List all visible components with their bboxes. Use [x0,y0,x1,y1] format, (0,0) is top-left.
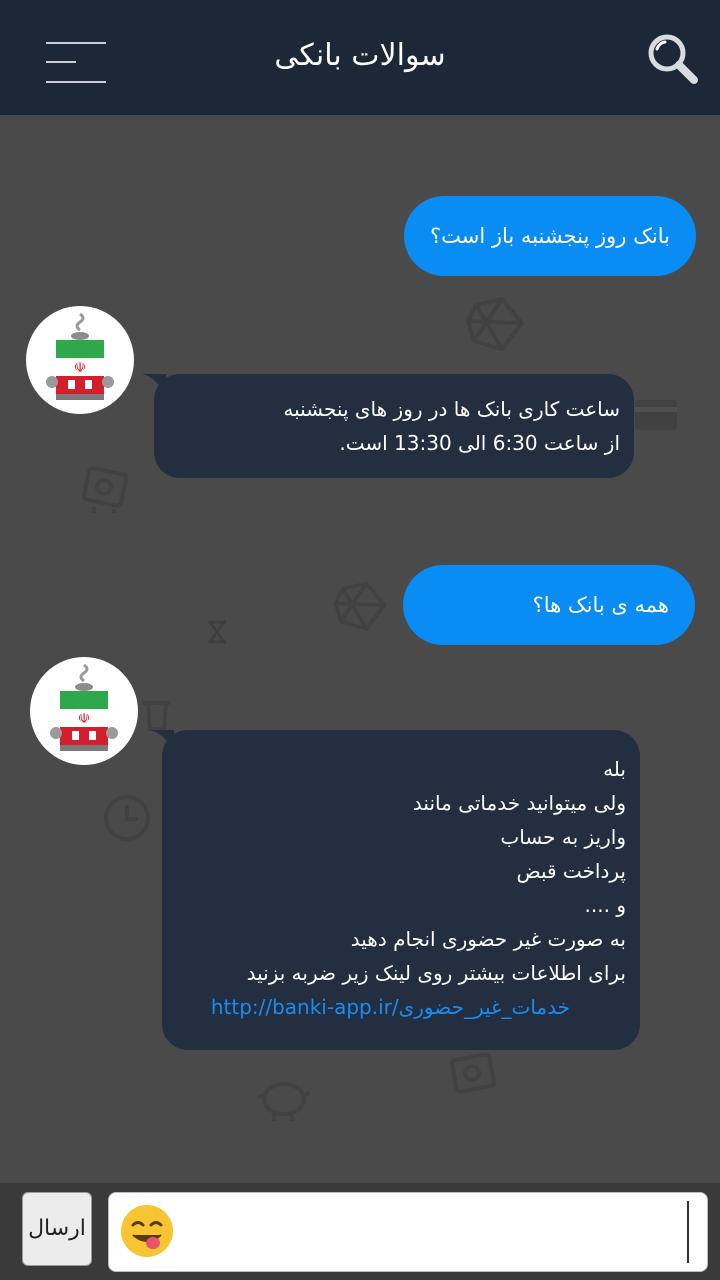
wallet-icon [81,466,129,513]
chat-area[interactable]: بانک روز پنجشنبه باز است؟ ☫ ساعت کاری با… [0,115,720,1183]
bot-avatar: ☫ [26,306,134,414]
network-icon [333,581,387,631]
wallet-icon [450,1052,496,1094]
svg-text:☫: ☫ [74,360,87,376]
page-title: سوالات بانکی [274,38,446,73]
message-input[interactable] [108,1192,708,1272]
robot-flag-icon: ☫ [50,663,118,751]
bot-message[interactable]: ساعت کاری بانک ها در روز های پنجشنبه از … [142,374,634,478]
piggy-bank-icon [257,1082,311,1121]
bubble-tail [142,374,166,398]
message-line: به صورت غیر حضوری انجام دهید [350,927,626,951]
hourglass-icon [208,620,226,644]
robot-flag-icon: ☫ [46,312,114,400]
network-icon [465,296,525,352]
bot-avatar: ☫ [30,657,138,765]
composer-bar: ارسال [0,1183,720,1280]
bubble-tail [150,730,174,754]
send-button[interactable]: ارسال [22,1192,92,1266]
message-line: از ساعت 6:30 الی 13:30 است. [339,431,620,455]
info-link[interactable]: http://banki-app.ir/خدمات_غیر_حضوری [192,990,626,1024]
user-message[interactable]: همه ی بانک ها؟ [403,565,695,645]
bot-message[interactable]: بله ولی میتوانید خدماتی مانند واریز به ح… [150,730,640,1050]
app-header: سوالات بانکی [0,0,720,115]
user-message[interactable]: بانک روز پنجشنبه باز است؟ [404,196,696,276]
message-line: واریز به حساب [500,825,626,849]
trash-icon [142,701,170,731]
search-icon[interactable] [646,32,700,86]
emoji-tongue-icon[interactable] [119,1203,175,1259]
svg-text:☫: ☫ [78,711,91,727]
card-icon [635,400,677,430]
message-text: همه ی بانک ها؟ [532,593,669,617]
message-line: پرداخت قبض [516,859,626,883]
clock-icon [104,795,150,841]
message-line: برای اطلاعات بیشتر روی لینک زیر ضربه بزن… [246,961,626,985]
message-line: ساعت کاری بانک ها در روز های پنجشنبه [283,397,620,421]
message-text: بانک روز پنجشنبه باز است؟ [430,224,670,248]
text-cursor [687,1201,689,1263]
message-line: بله [603,757,626,781]
message-line: ولی میتوانید خدماتی مانند [412,791,626,815]
message-line: و .... [584,893,626,917]
